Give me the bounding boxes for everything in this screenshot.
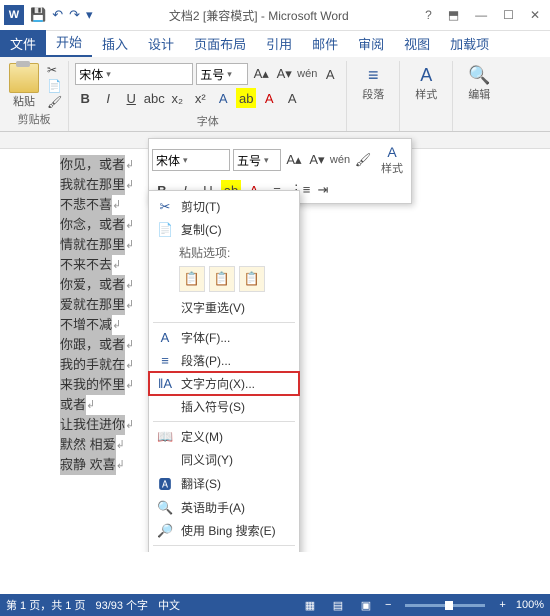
ctx-hyperlink[interactable]: 🔗超链接(H)... bbox=[149, 549, 299, 552]
help-icon[interactable]: ? bbox=[425, 8, 432, 22]
status-language[interactable]: 中文 bbox=[158, 597, 180, 613]
mini-format-painter-icon[interactable]: 🖌 bbox=[353, 150, 373, 170]
tab-addins[interactable]: 加载项 bbox=[440, 30, 499, 57]
view-print-icon[interactable]: ▤ bbox=[329, 599, 347, 612]
font-color-icon[interactable]: A bbox=[259, 88, 279, 108]
text-direction-icon: ‖A bbox=[157, 376, 173, 391]
redo-icon[interactable]: ↷ bbox=[69, 7, 80, 23]
zoom-level[interactable]: 100% bbox=[516, 599, 544, 611]
text-effects-icon[interactable]: A bbox=[213, 88, 233, 108]
ctx-text-direction[interactable]: ‖A文字方向(X)... bbox=[149, 372, 299, 395]
editing-button[interactable]: 🔍编辑 bbox=[459, 63, 499, 104]
bold-button[interactable]: B bbox=[75, 88, 95, 108]
paste-keep-source-icon[interactable]: 📋 bbox=[179, 266, 205, 292]
cut-icon[interactable]: ✂ bbox=[47, 63, 62, 77]
copy-icon[interactable]: 📄 bbox=[47, 79, 62, 93]
ctx-translate[interactable]: 🅰翻译(S) bbox=[149, 471, 299, 496]
zoom-out-icon[interactable]: − bbox=[385, 599, 391, 611]
mini-indent-icon[interactable]: ⇥ bbox=[313, 180, 333, 200]
mini-grow-font-icon[interactable]: A▴ bbox=[284, 150, 304, 170]
ctx-hanzi-reselect[interactable]: 汉字重选(V) bbox=[149, 296, 299, 319]
char-border-icon[interactable]: A bbox=[320, 64, 340, 84]
ctx-insert-symbol[interactable]: 插入符号(S) bbox=[149, 395, 299, 418]
format-painter-icon[interactable]: 🖌 bbox=[47, 95, 62, 109]
ctx-synonyms[interactable]: 同义词(Y) bbox=[149, 448, 299, 471]
app-icon: W bbox=[4, 5, 24, 25]
view-web-icon[interactable]: ▣ bbox=[357, 599, 375, 612]
view-read-icon[interactable]: ▦ bbox=[301, 599, 319, 612]
maximize-icon[interactable]: ☐ bbox=[503, 8, 514, 22]
italic-button[interactable]: I bbox=[98, 88, 118, 108]
subscript-button[interactable]: x₂ bbox=[167, 88, 187, 108]
mini-phonetic-icon[interactable]: wén bbox=[330, 150, 350, 170]
strikethrough-button[interactable]: abc bbox=[144, 88, 164, 108]
ctx-define[interactable]: 📖定义(M) bbox=[149, 425, 299, 448]
ctx-cut[interactable]: ✂剪切(T) bbox=[149, 195, 299, 218]
window-title: 文档2 [兼容模式] - Microsoft Word bbox=[93, 7, 426, 24]
undo-icon[interactable]: ↶ bbox=[52, 7, 63, 23]
ctx-copy[interactable]: 📄复制(C) bbox=[149, 218, 299, 241]
superscript-button[interactable]: x² bbox=[190, 88, 210, 108]
paste-button[interactable]: 粘贴 bbox=[6, 63, 42, 109]
tab-home[interactable]: 开始 bbox=[46, 28, 92, 57]
ctx-english-assistant[interactable]: 🔍英语助手(A) bbox=[149, 496, 299, 519]
phonetic-guide-icon[interactable]: wén bbox=[297, 64, 317, 84]
tab-layout[interactable]: 页面布局 bbox=[184, 30, 256, 57]
context-menu: ✂剪切(T) 📄复制(C) 粘贴选项: 📋 📋 📋 汉字重选(V) A字体(F)… bbox=[148, 190, 300, 552]
mini-shrink-font-icon[interactable]: A▾ bbox=[307, 150, 327, 170]
save-icon[interactable]: 💾 bbox=[30, 7, 46, 23]
tab-insert[interactable]: 插入 bbox=[92, 30, 138, 57]
ctx-font-dialog[interactable]: A字体(F)... bbox=[149, 326, 299, 349]
zoom-in-icon[interactable]: + bbox=[499, 599, 505, 611]
font-size-combo[interactable]: 五号▾ bbox=[196, 63, 248, 85]
highlight-icon[interactable]: ab bbox=[236, 88, 256, 108]
clipboard-icon bbox=[9, 63, 39, 93]
paste-merge-icon[interactable]: 📋 bbox=[209, 266, 235, 292]
tab-mailings[interactable]: 邮件 bbox=[302, 30, 348, 57]
styles-button[interactable]: A样式 bbox=[406, 63, 446, 104]
tab-view[interactable]: 视图 bbox=[394, 30, 440, 57]
ctx-paragraph-dialog[interactable]: ≡段落(P)... bbox=[149, 349, 299, 372]
font-name-combo[interactable]: 宋体▾ bbox=[75, 63, 193, 85]
ctx-bing-search[interactable]: 🔎使用 Bing 搜索(E) bbox=[149, 519, 299, 542]
tab-design[interactable]: 设计 bbox=[138, 30, 184, 57]
shrink-font-icon[interactable]: A▾ bbox=[274, 64, 294, 84]
copy-icon: 📄 bbox=[157, 222, 173, 238]
clipboard-group-label: 剪贴板 bbox=[6, 109, 62, 127]
mini-size-combo[interactable]: 五号▾ bbox=[233, 149, 281, 171]
mini-font-combo[interactable]: 宋体▾ bbox=[152, 149, 230, 171]
status-word-count[interactable]: 93/93 个字 bbox=[95, 597, 148, 613]
tab-references[interactable]: 引用 bbox=[256, 30, 302, 57]
tab-review[interactable]: 审阅 bbox=[348, 30, 394, 57]
paste-text-only-icon[interactable]: 📋 bbox=[239, 266, 265, 292]
paragraph-button[interactable]: ≡段落 bbox=[353, 63, 393, 104]
zoom-slider[interactable] bbox=[405, 604, 485, 607]
ctx-paste-options-label: 粘贴选项: bbox=[149, 241, 299, 262]
underline-button[interactable]: U bbox=[121, 88, 141, 108]
font-group-label: 字体 bbox=[75, 111, 340, 129]
tab-file[interactable]: 文件 bbox=[0, 30, 46, 57]
grow-font-icon[interactable]: A▴ bbox=[251, 64, 271, 84]
status-bar: 第 1 页，共 1 页 93/93 个字 中文 ▦ ▤ ▣ − + 100% bbox=[0, 594, 550, 616]
scissors-icon: ✂ bbox=[157, 199, 173, 215]
close-icon[interactable]: ✕ bbox=[530, 8, 540, 22]
ribbon-options-icon[interactable]: ⬒ bbox=[448, 8, 459, 22]
status-page[interactable]: 第 1 页，共 1 页 bbox=[6, 597, 85, 613]
minimize-icon[interactable]: — bbox=[475, 8, 487, 22]
mini-styles-button[interactable]: A样式 bbox=[376, 142, 408, 178]
char-shading-icon[interactable]: A bbox=[282, 88, 302, 108]
